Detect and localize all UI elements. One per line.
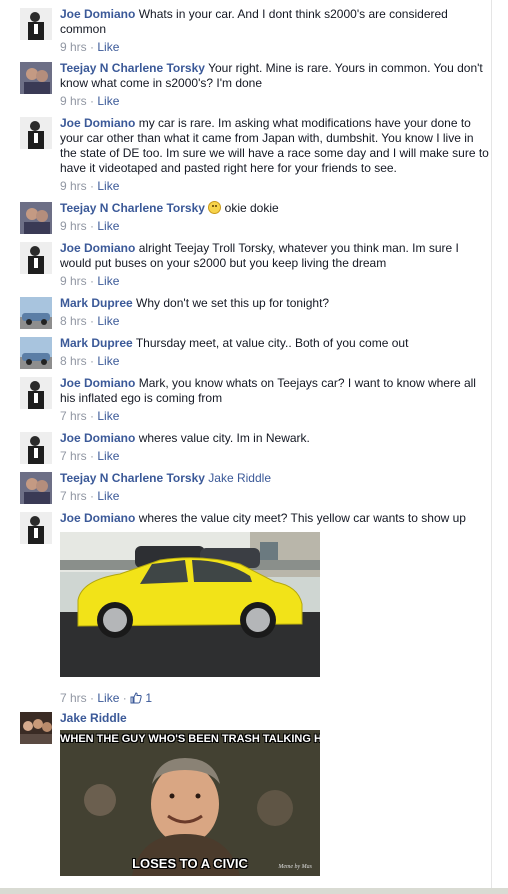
avatar-teejay-image (20, 62, 52, 94)
comment-text: okie dokie (224, 201, 279, 215)
separator: · (86, 179, 98, 193)
comment-author[interactable]: Joe Domiano (60, 7, 135, 21)
avatar-joe-image (20, 512, 52, 544)
avatar[interactable] (20, 117, 52, 149)
comment-time[interactable]: 7 hrs (60, 691, 87, 705)
comment-time[interactable]: 7 hrs (60, 449, 87, 463)
avatar[interactable] (20, 8, 52, 40)
avatar[interactable] (20, 432, 52, 464)
thumbs-up-icon[interactable] (130, 691, 145, 705)
separator: · (86, 314, 98, 328)
avatar-joe-image (20, 8, 52, 40)
like-link[interactable]: Like (97, 40, 119, 54)
avatar-jake-image (20, 712, 52, 744)
comment-author[interactable]: Joe Domiano (60, 116, 135, 130)
smiley-emoticon-icon (208, 201, 222, 214)
meme-photo[interactable]: WHEN THE GUY WHO'S BEEN TRASH TALKING HO… (60, 730, 320, 876)
like-link[interactable]: Like (97, 489, 119, 503)
car-image (60, 532, 320, 677)
avatar-joe-image (20, 242, 52, 274)
separator: · (86, 219, 98, 233)
comment-author[interactable]: Joe Domiano (60, 511, 135, 525)
like-link[interactable]: Like (97, 691, 119, 705)
avatar[interactable] (20, 512, 52, 544)
bottom-bar (0, 888, 508, 894)
separator: · (86, 94, 98, 108)
separator: · (86, 449, 98, 463)
avatar[interactable] (20, 337, 52, 369)
comment-text: wheres the value city meet? This yellow … (138, 511, 466, 525)
yellow-car-photo[interactable] (60, 532, 320, 677)
avatar-joe-image (20, 377, 52, 409)
comment-meta: 7 hrs · Like · 1 (60, 691, 152, 706)
avatar[interactable] (20, 62, 52, 94)
like-link[interactable]: Like (97, 94, 119, 108)
comment-time[interactable]: 7 hrs (60, 409, 87, 423)
like-link[interactable]: Like (97, 219, 119, 233)
right-border (491, 0, 508, 894)
comment-author[interactable]: Teejay N Charlene Torsky (60, 61, 205, 75)
comment-text: Why don't we set this up for tonight? (136, 296, 330, 310)
comment-text: wheres value city. Im in Newark. (138, 431, 310, 445)
avatar-mark-image (20, 337, 52, 369)
comment-time[interactable]: 9 hrs (60, 94, 87, 108)
avatar[interactable] (20, 377, 52, 409)
avatar-joe-image (20, 432, 52, 464)
meme-image (60, 730, 320, 876)
comment-time[interactable]: 9 hrs (60, 179, 87, 193)
comment-time[interactable]: 8 hrs (60, 314, 87, 328)
comment-time[interactable]: 9 hrs (60, 219, 87, 233)
like-link[interactable]: Like (97, 449, 119, 463)
comment-author[interactable]: Jake Riddle (60, 711, 127, 725)
comment-author[interactable]: Joe Domiano (60, 376, 135, 390)
avatar[interactable] (20, 297, 52, 329)
comment-author[interactable]: Joe Domiano (60, 241, 135, 255)
separator: · (86, 489, 98, 503)
avatar[interactable] (20, 242, 52, 274)
comment-author[interactable]: Joe Domiano (60, 431, 135, 445)
separator: · (86, 274, 98, 288)
avatar[interactable] (20, 472, 52, 504)
meme-watermark: Meme by Mas (278, 864, 312, 870)
separator: · (119, 691, 131, 705)
separator: · (86, 691, 98, 705)
comment-author[interactable]: Mark Dupree (60, 296, 133, 310)
meme-top-text: WHEN THE GUY WHO'S BEEN TRASH TALKING HO… (60, 733, 320, 745)
avatar-mark-image (20, 297, 52, 329)
like-link[interactable]: Like (97, 274, 119, 288)
comment-author[interactable]: Teejay N Charlene Torsky (60, 201, 205, 215)
avatar[interactable] (20, 712, 52, 744)
comment-time[interactable]: 8 hrs (60, 354, 87, 368)
like-link[interactable]: Like (97, 354, 119, 368)
comment-text: Thursday meet, at value city.. Both of y… (135, 336, 409, 350)
avatar-teejay-image (20, 202, 52, 234)
comment-author[interactable]: Mark Dupree (60, 336, 133, 350)
avatar[interactable] (20, 202, 52, 234)
like-link[interactable]: Like (97, 179, 119, 193)
comment-time[interactable]: 9 hrs (60, 40, 87, 54)
separator: · (86, 354, 98, 368)
separator: · (86, 40, 98, 54)
mention-link[interactable]: Jake Riddle (208, 471, 271, 485)
comment-author[interactable]: Teejay N Charlene Torsky (60, 471, 205, 485)
like-link[interactable]: Like (97, 314, 119, 328)
avatar-joe-image (20, 117, 52, 149)
comment-time[interactable]: 7 hrs (60, 489, 87, 503)
like-link[interactable]: Like (97, 409, 119, 423)
separator: · (86, 409, 98, 423)
avatar-teejay-image (20, 472, 52, 504)
comment-time[interactable]: 9 hrs (60, 274, 87, 288)
like-count[interactable]: 1 (145, 691, 152, 705)
